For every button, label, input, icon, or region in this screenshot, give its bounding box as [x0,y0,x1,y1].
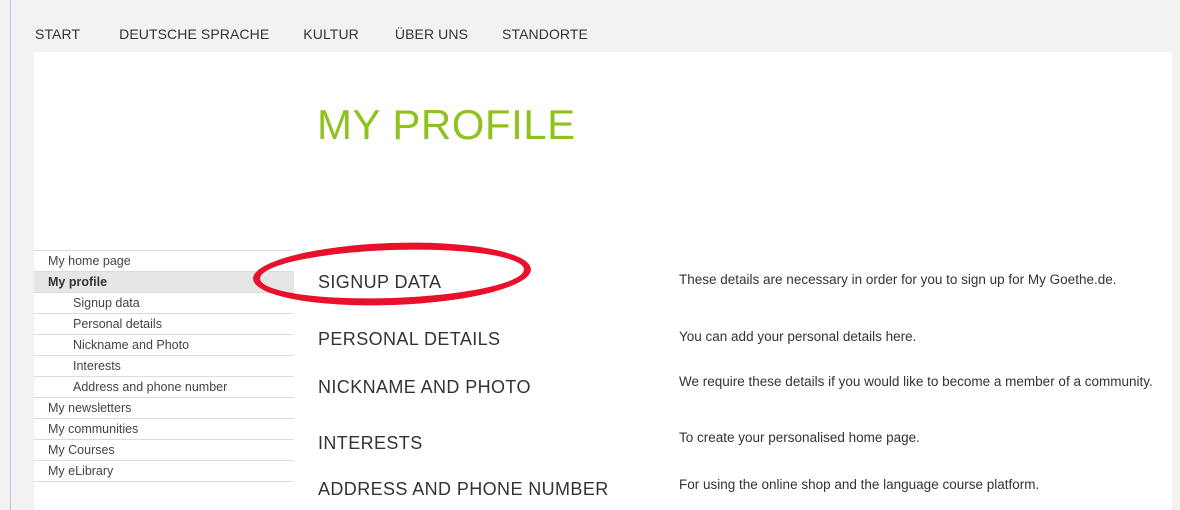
sidebar-item-my-home-page[interactable]: My home page [34,251,294,272]
sidebar-item-signup-data[interactable]: Signup data [34,293,294,314]
sidebar-item-personal-details[interactable]: Personal details [34,314,294,335]
sidebar-item-my-courses[interactable]: My Courses [34,440,294,461]
nav-ueber-uns[interactable]: ÜBER UNS [395,26,468,42]
top-navigation: START DEUTSCHE SPRACHE KULTUR ÜBER UNS S… [35,26,618,42]
nav-start[interactable]: START [35,26,80,42]
nav-kultur[interactable]: KULTUR [303,26,359,42]
sidebar-item-address-and-phone[interactable]: Address and phone number [34,377,294,398]
sidebar-item-my-communities[interactable]: My communities [34,419,294,440]
section-title-interests[interactable]: INTERESTS [318,433,423,454]
section-title-address-and-phone[interactable]: ADDRESS AND PHONE NUMBER [318,479,609,500]
section-title-personal-details[interactable]: PERSONAL DETAILS [318,329,500,350]
sidebar-item-my-elibrary[interactable]: My eLibrary [34,461,294,482]
section-desc-address-and-phone: For using the online shop and the langua… [679,477,1040,492]
page-title: MY PROFILE [317,101,576,148]
sidebar-item-interests[interactable]: Interests [34,356,294,377]
section-title-nickname-and-photo[interactable]: NICKNAME AND PHOTO [318,377,531,398]
sidebar-item-nickname-and-photo[interactable]: Nickname and Photo [34,335,294,356]
page: START DEUTSCHE SPRACHE KULTUR ÜBER UNS S… [0,0,1180,510]
section-desc-interests: To create your personalised home page. [679,430,920,445]
left-border-line [10,0,11,510]
sidebar-item-my-newsletters[interactable]: My newsletters [34,398,294,419]
nav-deutsche-sprache[interactable]: DEUTSCHE SPRACHE [119,26,269,42]
section-desc-signup-data: These details are necessary in order for… [679,272,1117,287]
section-desc-personal-details: You can add your personal details here. [679,329,917,344]
nav-standorte[interactable]: STANDORTE [502,26,588,42]
section-desc-nickname-and-photo: We require these details if you would li… [679,374,1153,389]
